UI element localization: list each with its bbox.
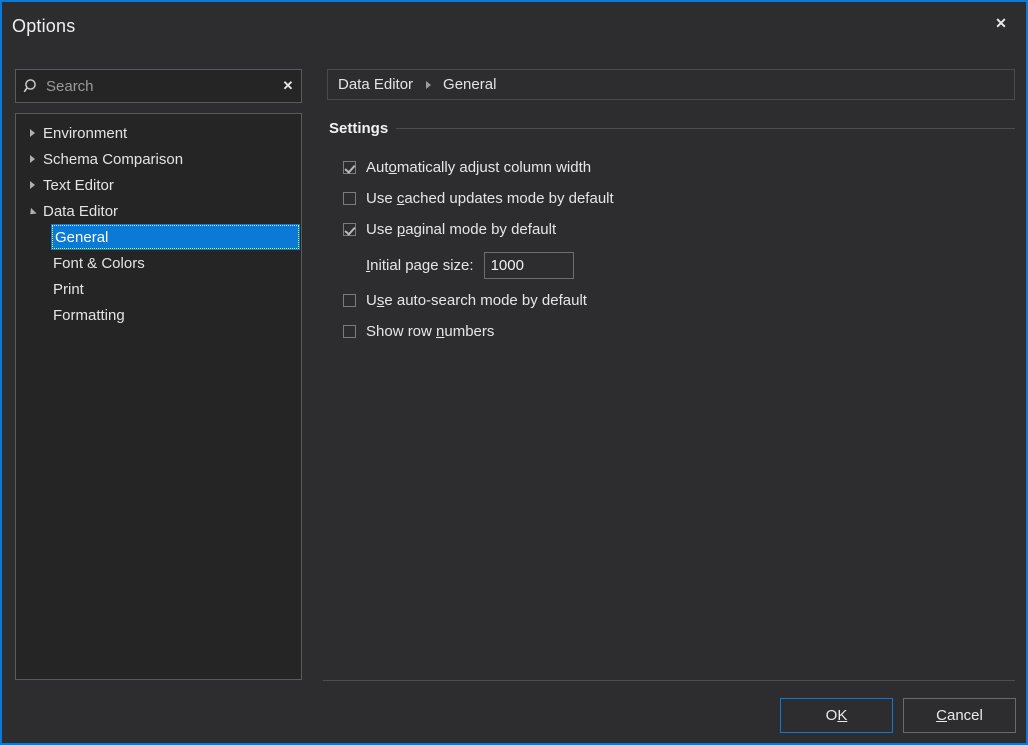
breadcrumb: Data Editor General (327, 69, 1015, 100)
checkbox-label: Show row numbers (366, 323, 495, 340)
checkbox-use-cached-updates-mode-by-default[interactable]: Use cached updates mode by default (343, 183, 1003, 214)
checkbox-label: Automatically adjust column width (366, 159, 592, 176)
search-icon (16, 70, 46, 102)
checkbox-label: Use auto-search mode by default (366, 292, 587, 309)
tree-item-label: General (55, 228, 109, 246)
settings-group-header: Settings (329, 118, 1015, 138)
tree-item-formatting[interactable]: Formatting (16, 302, 301, 328)
settings-tree[interactable]: Environment Schema Comparison Text Editor D… (15, 113, 302, 680)
tree-item-label: Print (53, 280, 84, 298)
window-title: Options (12, 16, 76, 36)
initial-page-size-row: Initial page size: (343, 245, 1003, 285)
tree-item-label: Schema Comparison (43, 150, 184, 168)
tree-item-label: Environment (43, 124, 128, 142)
cancel-button[interactable]: Cancel (903, 698, 1016, 733)
clear-search-icon[interactable]: ✕ (275, 70, 301, 102)
checkbox-label: Use paginal mode by default (366, 221, 557, 238)
chevron-right-icon[interactable] (24, 146, 40, 172)
tree-item-label: Data Editor (43, 202, 119, 220)
settings-list: Automatically adjust column width Use cac… (343, 152, 1003, 347)
options-dialog: Options ✕ ✕ Environment Schema Comparison… (0, 0, 1028, 745)
close-icon[interactable]: ✕ (984, 10, 1018, 36)
search-box[interactable]: ✕ (15, 69, 302, 103)
tree-item-label: Formatting (53, 306, 125, 324)
checkbox-unchecked-icon[interactable] (343, 325, 356, 338)
checkbox-use-auto-search-mode-by-default[interactable]: Use auto-search mode by default (343, 285, 1003, 316)
tree-item-label: Text Editor (43, 176, 114, 194)
title-bar: Options ✕ (2, 2, 1026, 46)
chevron-right-icon[interactable] (24, 120, 40, 146)
checkbox-automatically-adjust-column-width[interactable]: Automatically adjust column width (343, 152, 1003, 183)
settings-group-title: Settings (329, 119, 389, 137)
checkbox-checked-icon[interactable] (343, 161, 356, 174)
tree-item-general[interactable]: General (51, 224, 300, 250)
tree-item-environment[interactable]: Environment (16, 120, 301, 146)
search-input[interactable] (46, 71, 275, 101)
breadcrumb-current: General (443, 76, 497, 93)
chevron-right-icon (426, 80, 432, 89)
tree-item-font-colors[interactable]: Font & Colors (16, 250, 301, 276)
breadcrumb-root[interactable]: Data Editor (338, 76, 413, 93)
tree-item-label: Font & Colors (53, 254, 145, 272)
initial-page-size-label: Initial page size: (366, 256, 474, 274)
divider (396, 127, 1015, 129)
checkbox-show-row-numbers[interactable]: Show row numbers (343, 316, 1003, 347)
chevron-down-icon[interactable] (24, 198, 40, 224)
chevron-right-icon[interactable] (24, 172, 40, 198)
tree-item-schema-comparison[interactable]: Schema Comparison (16, 146, 301, 172)
tree-item-data-editor[interactable]: Data Editor (16, 198, 301, 224)
checkbox-unchecked-icon[interactable] (343, 192, 356, 205)
checkbox-use-paginal-mode-by-default[interactable]: Use paginal mode by default (343, 214, 1003, 245)
tree-item-text-editor[interactable]: Text Editor (16, 172, 301, 198)
checkbox-unchecked-icon[interactable] (343, 294, 356, 307)
divider (323, 680, 1015, 681)
initial-page-size-input[interactable] (483, 251, 574, 279)
checkbox-checked-icon[interactable] (343, 223, 356, 236)
tree-item-print[interactable]: Print (16, 276, 301, 302)
checkbox-label: Use cached updates mode by default (366, 190, 614, 207)
ok-button[interactable]: OK (780, 698, 893, 733)
